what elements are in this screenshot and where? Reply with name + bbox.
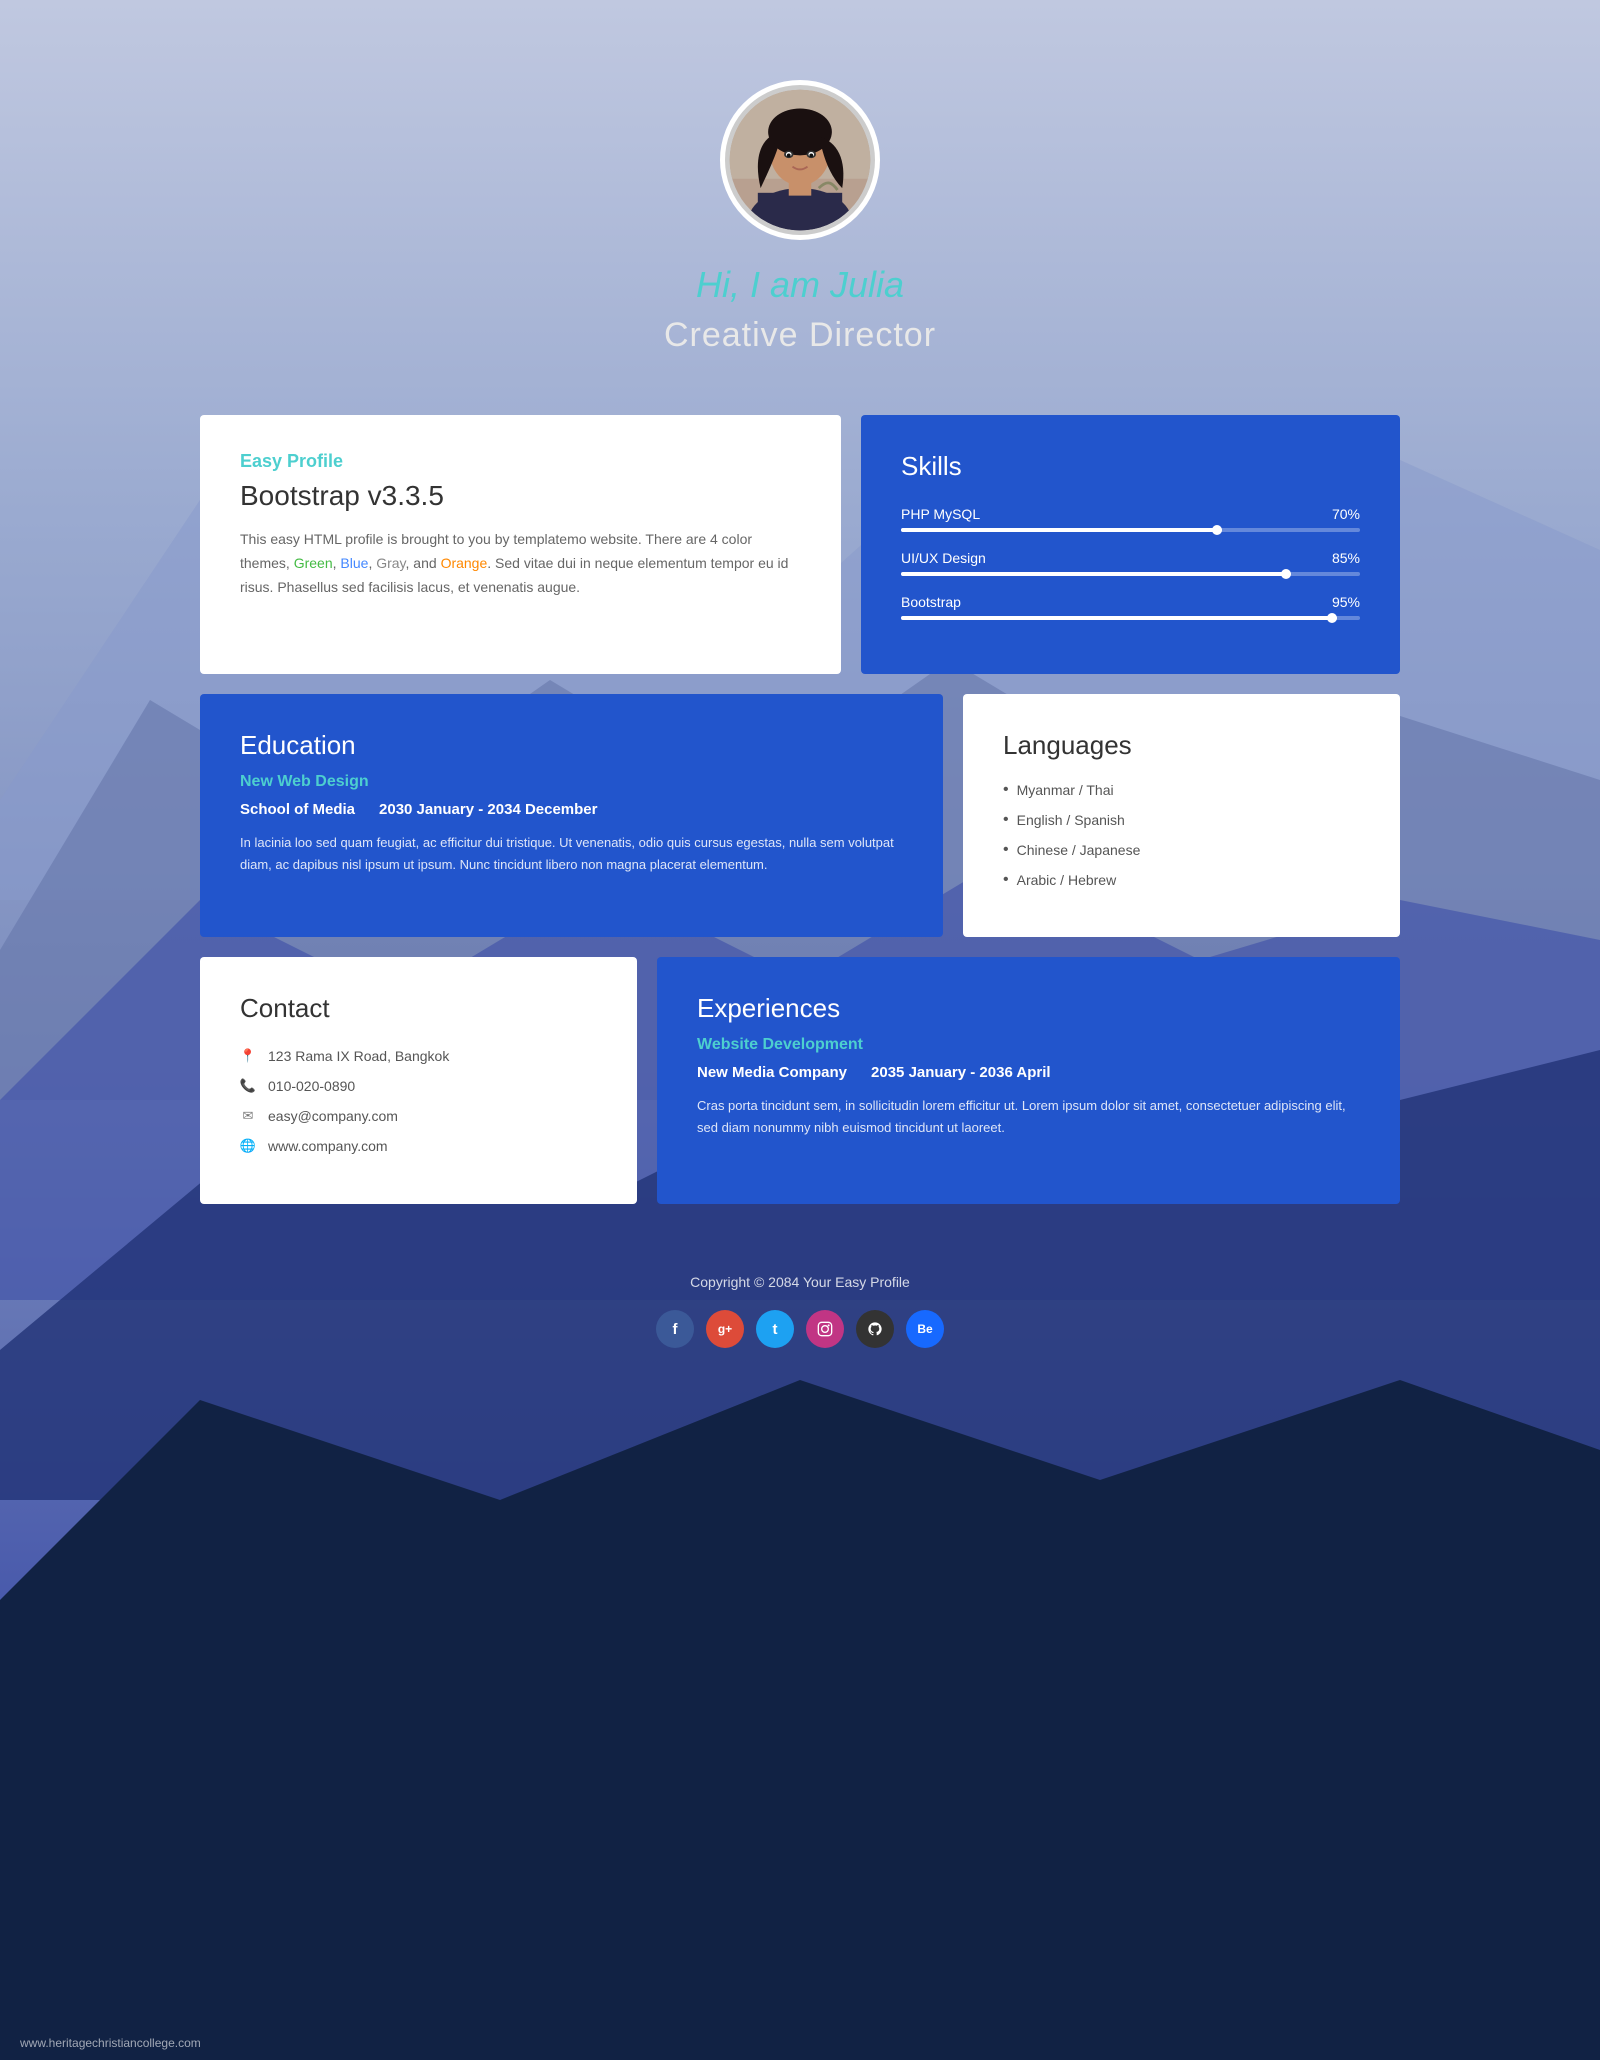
exp-title: Experiences xyxy=(697,993,1360,1024)
skill-bootstrap-bar-bg xyxy=(901,616,1360,620)
greeting-text: Hi, I am Julia xyxy=(696,264,904,306)
education-school: School of Media xyxy=(240,801,355,818)
skill-uiux-name: UI/UX Design xyxy=(901,550,986,566)
exp-company: New Media Company xyxy=(697,1064,847,1081)
instagram-icon[interactable] xyxy=(806,1310,844,1348)
skill-php-name: PHP MySQL xyxy=(901,506,980,522)
footer-copyright: Copyright © 2084 Your Easy Profile xyxy=(0,1274,1600,1290)
contact-phone: 010-020-0890 xyxy=(268,1078,355,1094)
web-icon: 🌐 xyxy=(240,1138,256,1154)
education-body: In lacinia loo sed quam feugiat, ac effi… xyxy=(240,832,903,876)
location-icon: 📍 xyxy=(240,1048,256,1064)
contact-card: Contact 📍 123 Rama IX Road, Bangkok 📞 01… xyxy=(200,957,637,1204)
easy-profile-card: Easy Profile Bootstrap v3.3.5 This easy … xyxy=(200,415,841,674)
contact-email-item: ✉ easy@company.com xyxy=(240,1108,597,1124)
color-orange: Orange xyxy=(441,555,488,571)
skill-php-bar-fill xyxy=(901,528,1222,532)
contact-phone-item: 📞 010-020-0890 xyxy=(240,1078,597,1094)
github-icon[interactable] xyxy=(856,1310,894,1348)
skill-bootstrap-name: Bootstrap xyxy=(901,594,961,610)
education-meta: School of Media 2030 January - 2034 Dece… xyxy=(240,801,903,818)
languages-card: Languages Myanmar / Thai English / Spani… xyxy=(963,694,1400,937)
skill-php-percent: 70% xyxy=(1332,506,1360,522)
easy-profile-tag: Easy Profile xyxy=(240,451,801,472)
easy-profile-text: This easy HTML profile is brought to you… xyxy=(240,528,801,599)
title-text: Creative Director xyxy=(664,316,936,355)
language-item-1: Myanmar / Thai xyxy=(1003,781,1360,799)
color-green: Green xyxy=(294,555,333,571)
language-item-2: English / Spanish xyxy=(1003,811,1360,829)
skill-uiux-bar-fill xyxy=(901,572,1291,576)
language-list: Myanmar / Thai English / Spanish Chinese… xyxy=(1003,781,1360,889)
language-item-4: Arabic / Hebrew xyxy=(1003,871,1360,889)
behance-icon[interactable]: Be xyxy=(906,1310,944,1348)
footer-url: www.heritagechristiancollege.com xyxy=(20,2036,201,2050)
skill-php: PHP MySQL 70% xyxy=(901,506,1360,532)
skill-php-bar-bg xyxy=(901,528,1360,532)
skill-bootstrap-bar-fill xyxy=(901,616,1337,620)
contact-website-item: 🌐 www.company.com xyxy=(240,1138,597,1154)
education-dates: 2030 January - 2034 December xyxy=(379,801,597,818)
skills-card: Skills PHP MySQL 70% UI/UX Design 85% xyxy=(861,415,1400,674)
contact-address-item: 📍 123 Rama IX Road, Bangkok xyxy=(240,1048,597,1064)
education-card: Education New Web Design School of Media… xyxy=(200,694,943,937)
language-item-3: Chinese / Japanese xyxy=(1003,841,1360,859)
avatar xyxy=(720,80,880,240)
contact-title: Contact xyxy=(240,993,597,1024)
education-title: Education xyxy=(240,730,903,761)
exp-body: Cras porta tincidunt sem, in sollicitudi… xyxy=(697,1095,1360,1139)
email-icon: ✉ xyxy=(240,1108,256,1124)
social-icons: f g+ t Be xyxy=(0,1310,1600,1348)
skills-title: Skills xyxy=(901,451,1360,482)
contact-address: 123 Rama IX Road, Bangkok xyxy=(268,1048,449,1064)
twitter-icon[interactable]: t xyxy=(756,1310,794,1348)
google-icon[interactable]: g+ xyxy=(706,1310,744,1348)
experiences-card: Experiences Website Development New Medi… xyxy=(657,957,1400,1204)
contact-email: easy@company.com xyxy=(268,1108,398,1124)
phone-icon: 📞 xyxy=(240,1078,256,1094)
skill-uiux: UI/UX Design 85% xyxy=(901,550,1360,576)
skill-bootstrap: Bootstrap 95% xyxy=(901,594,1360,620)
languages-title: Languages xyxy=(1003,730,1360,761)
skill-uiux-percent: 85% xyxy=(1332,550,1360,566)
education-subtitle: New Web Design xyxy=(240,773,903,791)
exp-meta: New Media Company 2035 January - 2036 Ap… xyxy=(697,1064,1360,1081)
exp-dates: 2035 January - 2036 April xyxy=(871,1064,1051,1081)
color-blue: Blue xyxy=(340,555,368,571)
skill-uiux-bar-bg xyxy=(901,572,1360,576)
footer: Copyright © 2084 Your Easy Profile f g+ … xyxy=(0,1224,1600,1388)
easy-profile-title: Bootstrap v3.3.5 xyxy=(240,480,801,512)
facebook-icon[interactable]: f xyxy=(656,1310,694,1348)
contact-website: www.company.com xyxy=(268,1138,388,1154)
color-gray: Gray xyxy=(376,555,405,571)
skill-bootstrap-percent: 95% xyxy=(1332,594,1360,610)
exp-subtitle: Website Development xyxy=(697,1036,1360,1054)
